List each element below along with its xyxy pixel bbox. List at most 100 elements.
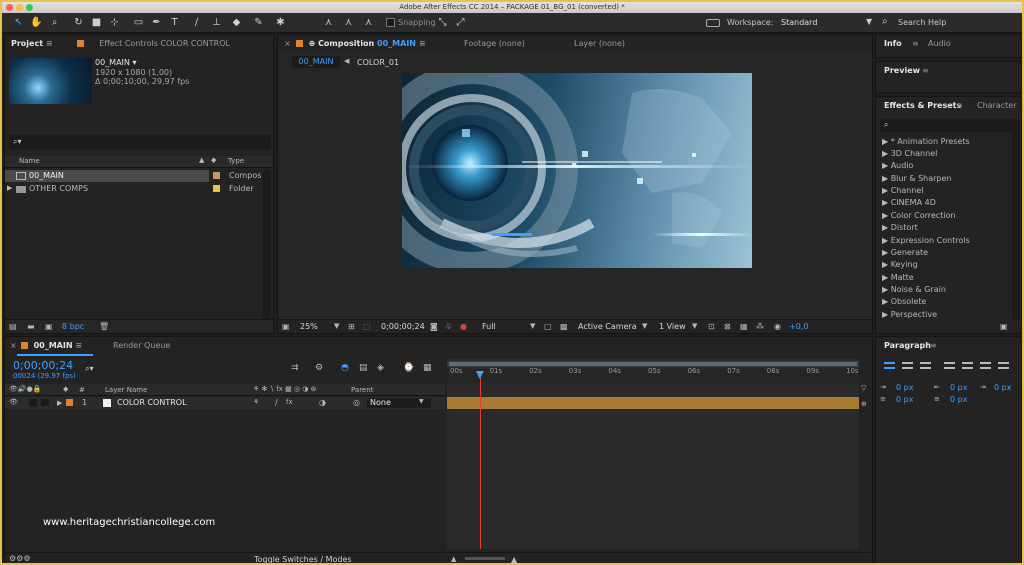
first-line-indent-value[interactable]: 0 px (994, 383, 1011, 392)
mask-visibility-icon[interactable]: ⬚ (363, 322, 371, 331)
region-of-interest-icon[interactable]: ▢ (544, 322, 552, 331)
column-type[interactable]: Type (228, 157, 244, 165)
camera-tool-icon[interactable]: ■ (90, 16, 103, 29)
breadcrumb-00-main[interactable]: 00_MAIN (292, 56, 340, 68)
view-axis-icon[interactable]: ⋏ (362, 16, 375, 29)
exposure-reset-icon[interactable]: ◉ (774, 322, 781, 331)
comp-button-icon[interactable]: ⊕ (861, 400, 867, 408)
adjustment-layer-icon[interactable]: ◑ (319, 398, 326, 407)
search-help-input[interactable]: Search Help (898, 18, 946, 27)
tab-layer[interactable]: Layer (none) (574, 35, 625, 53)
local-axis-icon[interactable]: ⋏ (322, 16, 335, 29)
text-tool-icon[interactable]: T (168, 16, 181, 29)
justify-all-icon[interactable] (998, 362, 1009, 369)
align-left-icon[interactable] (884, 362, 895, 369)
effects-category[interactable]: ▶ Keying (882, 259, 918, 271)
project-scrollbar[interactable] (263, 170, 271, 320)
show-snapshot-icon[interactable]: ♧ (445, 322, 452, 331)
snapshot-icon[interactable]: ◙ (430, 322, 438, 331)
justify-last-left-icon[interactable] (944, 362, 955, 369)
views-dropdown-icon[interactable]: ▼ (692, 322, 697, 330)
camera-value[interactable]: Active Camera (578, 322, 637, 331)
tab-effects-presets[interactable]: Effects & Presets (884, 97, 961, 115)
space-before-value[interactable]: 0 px (896, 395, 913, 404)
channels-icon[interactable]: ● (460, 322, 467, 331)
timeline-timecode[interactable]: 0;00;00;24 (13, 359, 73, 372)
tab-render-queue[interactable]: Render Queue (113, 337, 170, 355)
layer-expand-icon[interactable]: ▶ (57, 399, 62, 407)
label-swatch[interactable] (213, 172, 220, 179)
shy-switch-icon[interactable]: ⚘ (253, 398, 259, 406)
solo-toggle[interactable] (29, 399, 37, 406)
render-preview-icon[interactable]: ▦ (423, 363, 432, 373)
effects-category[interactable]: ▶ Channel (882, 185, 924, 197)
effects-category[interactable]: ▶ Noise & Grain (882, 284, 946, 296)
column-parent[interactable]: Parent (351, 386, 373, 394)
effects-category[interactable]: ▶ CINEMA 4D (882, 197, 936, 209)
layer-duration-bar[interactable] (447, 397, 859, 409)
playhead[interactable] (479, 371, 481, 549)
snap-features-icon[interactable]: ⤢ (454, 16, 467, 29)
workspace-screen-icon[interactable] (706, 19, 720, 27)
zoom-in-icon[interactable]: ▲ (511, 555, 517, 563)
effects-category[interactable]: ▶ Color Correction (882, 210, 956, 222)
align-center-icon[interactable] (902, 362, 913, 369)
effects-search-input[interactable]: ⌕ (880, 119, 1014, 132)
sort-arrow-icon[interactable]: ▲ (199, 156, 204, 164)
frame-blending-icon[interactable]: ▤ (359, 363, 368, 373)
effects-category[interactable]: ▶ Perspective (882, 309, 937, 321)
paragraph-menu-icon[interactable]: ≡ (930, 337, 937, 355)
justify-last-center-icon[interactable] (962, 362, 973, 369)
flowchart-view-icon[interactable]: ⁂ (756, 322, 764, 331)
layer-name[interactable]: COLOR CONTROL (117, 398, 187, 407)
project-row-00-main[interactable]: 00_MAIN (5, 170, 209, 182)
eraser-tool-icon[interactable]: ◆ (230, 16, 243, 29)
draft-3d-icon[interactable]: ⚙ (315, 363, 323, 373)
transparency-grid-icon[interactable]: ▩ (560, 322, 568, 331)
zoom-level[interactable]: 25% (300, 322, 318, 331)
tab-project[interactable]: Project ≡ (11, 35, 53, 53)
indent-right-value[interactable]: 0 px (950, 383, 967, 392)
layer-switches-icon[interactable]: ⚙⚙⚙ (9, 554, 31, 563)
graph-editor-icon[interactable]: ⌚ (403, 363, 414, 373)
tab-paragraph[interactable]: Paragraph (884, 337, 931, 355)
effects-category[interactable]: ▶ Obsolete (882, 296, 926, 308)
zoom-track[interactable] (465, 557, 505, 560)
puppet-tool-icon[interactable]: ✱ (274, 16, 287, 29)
fast-previews-icon[interactable]: ⊠ (724, 322, 731, 331)
effects-category[interactable]: ▶ Generate (882, 247, 928, 259)
composition-viewer-image[interactable] (402, 73, 752, 268)
project-row-other-comps[interactable]: ▶ OTHER COMPS (5, 183, 209, 195)
zoom-tool-icon[interactable]: ⌕ (48, 16, 61, 29)
tab-info[interactable]: Info (884, 35, 902, 53)
effects-category[interactable]: ▶ Distort (882, 222, 918, 234)
tab-effect-controls[interactable]: Effect Controls COLOR CONTROL (77, 35, 230, 53)
views-value[interactable]: 1 View (659, 322, 686, 331)
always-preview-icon[interactable]: ▣ (282, 322, 290, 331)
grid-toggle-icon[interactable]: ⊞ (348, 322, 355, 331)
effects-category[interactable]: ▶ Expression Controls (882, 235, 970, 247)
effects-category[interactable]: ▶ Matte (882, 272, 914, 284)
pan-behind-tool-icon[interactable]: ⊹ (108, 16, 121, 29)
new-folder-icon[interactable]: ▬ (27, 322, 35, 331)
space-after-value[interactable]: 0 px (950, 395, 967, 404)
toggle-pixel-aspect-icon[interactable]: ⊡ (708, 322, 715, 331)
comp-mini-flowchart-icon[interactable]: ⇉ (291, 363, 299, 373)
rotation-tool-icon[interactable]: ↻ (72, 16, 85, 29)
expand-arrow-icon[interactable]: ▶ (7, 184, 12, 192)
trash-icon[interactable]: 🗑 (99, 322, 109, 331)
justify-last-right-icon[interactable] (980, 362, 991, 369)
clone-stamp-tool-icon[interactable]: ⊥ (210, 16, 223, 29)
column-name[interactable]: Name (19, 157, 40, 165)
preview-menu-icon[interactable]: ≡ (922, 62, 929, 80)
quality-switch-icon[interactable]: ∕ (275, 398, 278, 407)
visibility-eye-icon[interactable]: 👁 (9, 398, 18, 406)
comp-marker-icon[interactable]: ▽ (861, 384, 866, 392)
label-swatch[interactable] (213, 185, 220, 192)
tab-preview[interactable]: Preview (884, 62, 920, 80)
bit-depth[interactable]: 8 bpc (62, 322, 84, 331)
timeline-search-icon[interactable]: ⌕▾ (85, 364, 94, 374)
snapping-checkbox[interactable] (386, 18, 395, 27)
project-search-input[interactable]: ⌕▾ (9, 135, 271, 149)
selection-tool-icon[interactable]: ↖ (12, 16, 25, 29)
